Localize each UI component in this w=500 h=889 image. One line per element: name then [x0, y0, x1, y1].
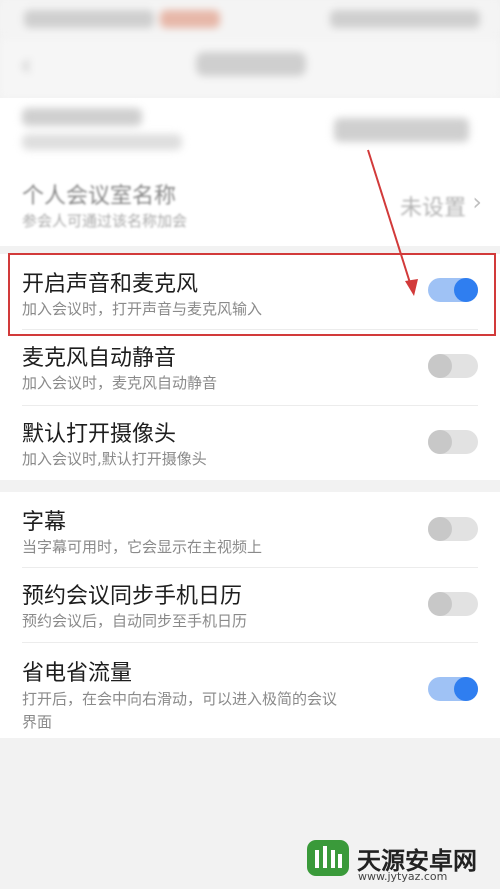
setting-subtitle-line2: 界面	[22, 713, 53, 731]
watermark-icon	[307, 840, 349, 876]
setting-subtitle-line1: 打开后，在会中向右滑动，可以进入极简的会议	[22, 690, 338, 708]
setting-title: 预约会议同步手机日历	[22, 584, 243, 609]
subtitles-toggle[interactable]	[428, 517, 478, 541]
setting-subtitle: 预约会议后，自动同步至手机日历	[22, 612, 248, 630]
toggle-knob	[428, 592, 452, 616]
setting-title: 字幕	[22, 510, 67, 535]
calendar-sync-toggle[interactable]	[428, 592, 478, 616]
setting-row-power-saving[interactable]: 省电省流量 打开后，在会中向右滑动，可以进入极简的会议 界面	[0, 643, 500, 738]
setting-row-calendar-sync[interactable]: 预约会议同步手机日历 预约会议后，自动同步至手机日历	[0, 568, 500, 642]
setting-row-subtitles[interactable]: 字幕 当字幕可用时，它会显示在主视频上	[0, 492, 500, 567]
power-saving-toggle[interactable]	[428, 677, 478, 701]
setting-subtitle: 当字幕可用时，它会显示在主视频上	[22, 538, 263, 556]
annotation-arrow	[367, 149, 418, 296]
toggle-knob	[454, 677, 478, 701]
watermark-url: www.jytyaz.com	[358, 870, 448, 883]
setting-title: 省电省流量	[22, 661, 133, 686]
toggle-knob	[428, 517, 452, 541]
other-settings-card: 字幕 当字幕可用时，它会显示在主视频上 预约会议同步手机日历 预约会议后，自动同…	[0, 492, 500, 738]
